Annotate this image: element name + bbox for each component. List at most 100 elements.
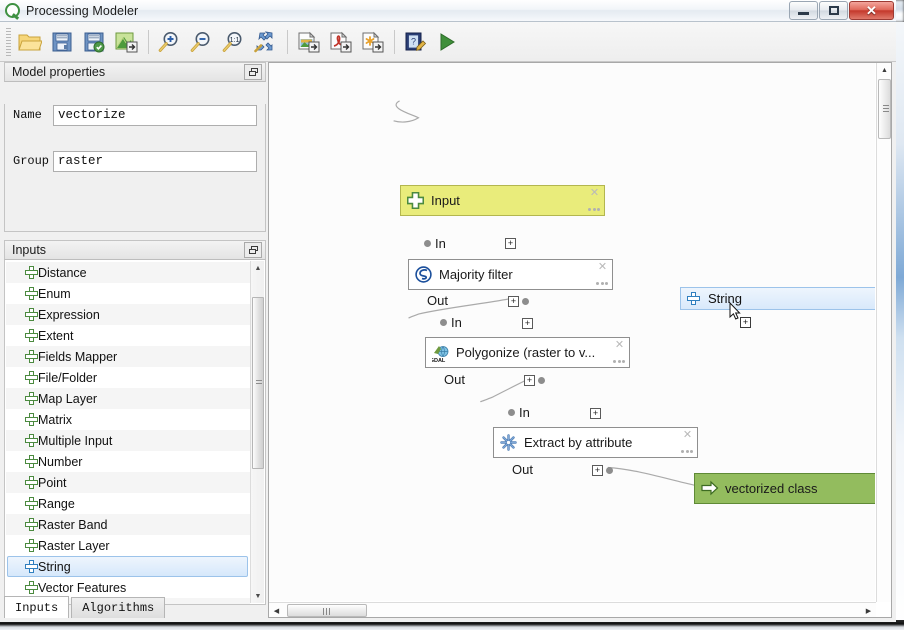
node-close-icon[interactable]: ✕ — [589, 188, 600, 199]
inputs-scroll-up-arrow[interactable]: ▲ — [251, 261, 265, 275]
extract-out-port[interactable]: Out — [508, 462, 533, 477]
open-model-button[interactable] — [15, 27, 45, 57]
extract-in-port[interactable]: In — [508, 405, 530, 420]
input-list-item-raster-band[interactable]: Raster Band — [6, 514, 250, 535]
green-plus-icon — [25, 350, 38, 363]
model-canvas[interactable]: Input ✕ Majority filter ✕ GDAL Polygonize (ra… — [269, 63, 875, 601]
input-list-item-enum[interactable]: Enum — [6, 283, 250, 304]
export-pdf-button[interactable] — [325, 27, 355, 57]
inputs-scrollbar[interactable]: ▲ ▼ — [250, 261, 264, 603]
canvas-scroll-right-arrow[interactable]: ▶ — [861, 603, 876, 618]
inputs-panel-undock-button[interactable] — [244, 242, 262, 258]
node-options-icon[interactable] — [595, 281, 608, 286]
port-dot[interactable] — [538, 377, 545, 384]
save-as-button[interactable] — [79, 27, 109, 57]
polygonize-out-port-dot[interactable] — [538, 377, 545, 384]
input-list-item-map-layer[interactable]: Map Layer — [6, 388, 250, 409]
edit-in-place-button[interactable] — [111, 27, 141, 57]
node-options-icon[interactable] — [587, 207, 600, 212]
zoom-actual-button[interactable]: 1:1 — [218, 27, 248, 57]
zoom-out-button[interactable] — [186, 27, 216, 57]
zoom-one-to-one-icon: 1:1 — [222, 31, 242, 52]
extract-out-port-add-button[interactable]: + — [592, 465, 603, 476]
model-node-polygonize[interactable]: GDAL Polygonize (raster to v... ✕ — [425, 337, 630, 368]
inputs-list[interactable]: Distance Enum Expression Extent Fields Mappe… — [4, 260, 266, 605]
majority-in-port-add-button[interactable]: + — [505, 238, 516, 249]
port-dot[interactable] — [508, 409, 515, 416]
input-list-item-extent[interactable]: Extent — [6, 325, 250, 346]
input-list-item-string[interactable]: String — [7, 556, 248, 577]
green-plus-icon — [25, 371, 38, 384]
node-close-icon[interactable]: ✕ — [597, 262, 608, 273]
save-model-button[interactable] — [47, 27, 77, 57]
port-dot[interactable] — [440, 319, 447, 326]
extract-out-port-dot[interactable] — [606, 467, 613, 474]
node-options-icon[interactable] — [680, 449, 693, 454]
canvas-horizontal-scrollbar[interactable]: ◀ ▶ — [269, 602, 876, 617]
toolbar-grip[interactable] — [6, 27, 11, 56]
tab-algorithms[interactable]: Algorithms — [71, 597, 166, 618]
help-button[interactable]: ? — [400, 27, 430, 57]
green-plus-icon — [25, 266, 38, 279]
canvas-scroll-left-arrow[interactable]: ◀ — [269, 603, 284, 618]
qgis-gear-icon — [500, 434, 517, 451]
export-image-button[interactable] — [293, 27, 323, 57]
port-dot[interactable] — [522, 298, 529, 305]
input-list-item-range[interactable]: Range — [6, 493, 250, 514]
export-model-icon — [115, 32, 137, 52]
model-properties-undock-button[interactable] — [244, 64, 262, 80]
input-list-item-point[interactable]: Point — [6, 472, 250, 493]
node-options-icon[interactable] — [612, 359, 625, 364]
input-list-item-label: Matrix — [38, 412, 73, 427]
polygonize-out-port-add-button[interactable]: + — [524, 375, 535, 386]
zoom-in-button[interactable] — [154, 27, 184, 57]
canvas-scroll-up-arrow[interactable]: ▲ — [877, 63, 892, 78]
majority-out-port[interactable]: Out — [423, 293, 448, 308]
extract-in-port-add-button[interactable]: + — [590, 408, 601, 419]
input-list-item-matrix[interactable]: Matrix — [6, 409, 250, 430]
majority-in-port[interactable]: In — [424, 236, 446, 251]
input-list-item-distance[interactable]: Distance — [6, 262, 250, 283]
input-list-item-label: Distance — [38, 265, 87, 280]
toolbar-separator-1 — [148, 29, 149, 54]
minimize-button[interactable] — [789, 1, 818, 20]
input-list-item-multiple-input[interactable]: Multiple Input — [6, 430, 250, 451]
model-group-input[interactable]: raster — [53, 150, 257, 172]
export-svg-button[interactable] — [357, 27, 387, 57]
majority-out-port-dot[interactable] — [522, 298, 529, 305]
maximize-button[interactable] — [819, 1, 848, 20]
tab-inputs[interactable]: Inputs — [4, 596, 70, 618]
inputs-scroll-thumb[interactable] — [252, 297, 264, 469]
canvas-vertical-scroll-thumb[interactable] — [878, 79, 891, 139]
model-node-majority[interactable]: Majority filter ✕ — [408, 259, 613, 290]
input-list-item-raster-layer[interactable]: Raster Layer — [6, 535, 250, 556]
model-node-output[interactable]: vectorized class — [694, 473, 875, 504]
minimize-icon — [798, 12, 809, 15]
model-group-row: Group raster — [13, 150, 257, 172]
input-list-item-file-folder[interactable]: File/Folder — [6, 367, 250, 388]
polygonize-in-port[interactable]: In — [440, 315, 462, 330]
majority-out-port-add-button[interactable]: + — [508, 296, 519, 307]
input-list-item-expression[interactable]: Expression — [6, 304, 250, 325]
polygonize-in-port-add-button[interactable]: + — [522, 318, 533, 329]
canvas-horizontal-scroll-thumb[interactable] — [287, 604, 367, 617]
port-label: Out — [512, 462, 533, 477]
model-name-input[interactable]: vectorize — [53, 104, 257, 126]
canvas-vertical-scrollbar[interactable]: ▲ — [876, 63, 891, 602]
port-dot[interactable] — [606, 467, 613, 474]
close-button[interactable]: ✕ — [849, 1, 894, 20]
model-node-extract[interactable]: Extract by attribute ✕ — [493, 427, 698, 458]
input-list-item-vector-features[interactable]: Vector Features — [6, 577, 250, 598]
port-dot[interactable] — [424, 240, 431, 247]
scroll-thumb-grip — [883, 105, 889, 113]
zoom-full-button[interactable] — [250, 27, 280, 57]
model-node-label: Extract by attribute — [524, 435, 633, 450]
green-plus-icon — [25, 308, 38, 321]
model-node-input[interactable]: Input ✕ — [400, 185, 605, 216]
run-button[interactable] — [432, 27, 462, 57]
input-list-item-fields-mapper[interactable]: Fields Mapper — [6, 346, 250, 367]
polygonize-out-port[interactable]: Out — [440, 372, 465, 387]
node-close-icon[interactable]: ✕ — [682, 430, 693, 441]
node-close-icon[interactable]: ✕ — [614, 340, 625, 351]
input-list-item-number[interactable]: Number — [6, 451, 250, 472]
